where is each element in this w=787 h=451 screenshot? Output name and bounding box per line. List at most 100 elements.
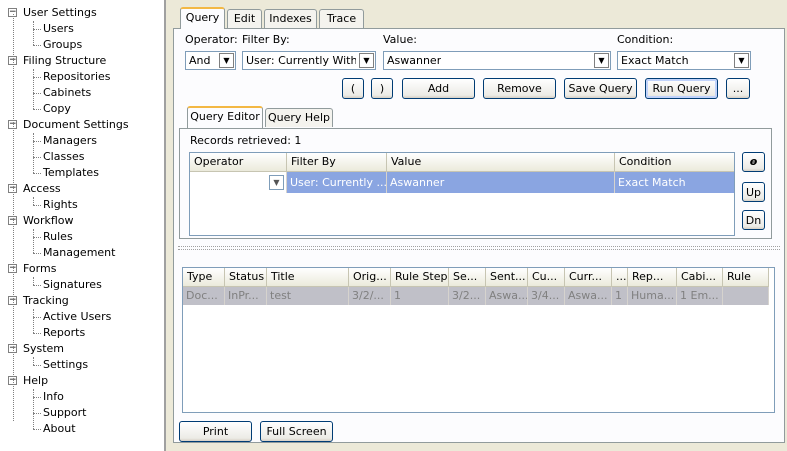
condition-select-value: Exact Match bbox=[621, 54, 689, 67]
results-column-header[interactable]: ... bbox=[612, 268, 628, 287]
tree-item-label: Reports bbox=[43, 326, 86, 339]
eraser-icon: ө bbox=[749, 155, 758, 168]
tree-item-label: Users bbox=[43, 22, 74, 35]
tree-connector bbox=[33, 141, 41, 142]
tab-edit[interactable]: Edit bbox=[227, 9, 262, 28]
results-cell[interactable]: 3/2/... bbox=[349, 287, 391, 305]
tree-item-label: Document Settings bbox=[23, 118, 129, 131]
column-header-filter-by[interactable]: Filter By bbox=[287, 153, 387, 172]
query-editor-panel: Records retrieved: 1 Operator Filter By … bbox=[179, 128, 772, 239]
move-up-button[interactable]: Up bbox=[742, 182, 765, 202]
tab-query-editor[interactable]: Query Editor bbox=[187, 106, 263, 128]
tree-connector bbox=[33, 389, 34, 429]
chevron-down-icon[interactable]: ▼ bbox=[594, 53, 609, 68]
condition-label: Condition: bbox=[617, 33, 674, 46]
records-retrieved: Records retrieved: 1 bbox=[190, 134, 302, 147]
results-cell[interactable]: InPr... bbox=[225, 287, 267, 305]
print-button[interactable]: Print bbox=[179, 421, 252, 442]
row-operator-select[interactable]: ▼ bbox=[190, 172, 287, 193]
results-cell[interactable]: 1 Em... bbox=[677, 287, 723, 305]
chevron-down-icon[interactable]: ▼ bbox=[359, 53, 374, 68]
results-cell[interactable]: 3/2... bbox=[449, 287, 486, 305]
tree-connector bbox=[33, 109, 41, 110]
more-button[interactable]: ... bbox=[726, 78, 750, 99]
clear-button[interactable]: ө bbox=[742, 152, 765, 172]
results-column-header[interactable]: Rule Step bbox=[391, 268, 449, 287]
splitter[interactable] bbox=[178, 246, 780, 250]
results-column-header[interactable]: Cu... bbox=[528, 268, 565, 287]
results-cell[interactable]: 1 bbox=[391, 287, 449, 305]
tree-item-label: Management bbox=[43, 246, 116, 259]
tree-connector bbox=[33, 365, 41, 366]
tree-item-label: Rights bbox=[43, 198, 78, 211]
results-cell[interactable]: 3/4... bbox=[528, 287, 565, 305]
results-column-header[interactable]: Title bbox=[267, 268, 349, 287]
tree-item-label: Cabinets bbox=[43, 86, 92, 99]
results-cell[interactable]: test bbox=[267, 287, 349, 305]
results-column-header[interactable]: Cabi... bbox=[677, 268, 723, 287]
tree-connector bbox=[33, 357, 34, 365]
column-header-value[interactable]: Value bbox=[387, 153, 615, 172]
tab-indexes[interactable]: Indexes bbox=[264, 9, 317, 28]
tree-item-label: Workflow bbox=[23, 214, 74, 227]
results-cell[interactable]: 1 bbox=[612, 287, 628, 305]
chevron-down-icon[interactable]: ▼ bbox=[219, 53, 234, 68]
query-grid: Operator Filter By Value Condition ▼ Use… bbox=[189, 152, 735, 236]
filterby-select[interactable]: User: Currently With ▼ bbox=[242, 51, 376, 70]
row-filter-by[interactable]: User: Currently ... bbox=[287, 172, 387, 193]
open-paren-button[interactable]: ( bbox=[342, 78, 364, 99]
tree-connector bbox=[33, 237, 41, 238]
tree-connector bbox=[33, 277, 34, 285]
results-column-header[interactable]: Rep... bbox=[628, 268, 677, 287]
results-cell[interactable]: Aswa... bbox=[565, 287, 612, 305]
results-column-header[interactable]: Sent... bbox=[486, 268, 528, 287]
tree-connector bbox=[33, 397, 41, 398]
tree-item-label: Filing Structure bbox=[23, 54, 107, 67]
run-query-button[interactable]: Run Query bbox=[645, 78, 718, 99]
tree-item-label: User Settings bbox=[23, 6, 97, 19]
results-column-header[interactable]: Orig... bbox=[349, 268, 391, 287]
results-column-header[interactable]: Se... bbox=[449, 268, 486, 287]
results-column-header[interactable]: Type bbox=[183, 268, 225, 287]
tree-connector bbox=[33, 77, 41, 78]
main-area: Query Edit Indexes Trace Operator: Filte… bbox=[168, 0, 787, 451]
operator-select[interactable]: And ▼ bbox=[185, 51, 236, 70]
tree-connector bbox=[33, 309, 34, 333]
tree-connector bbox=[33, 133, 34, 173]
tree-connector bbox=[33, 317, 41, 318]
tree-connector bbox=[33, 333, 41, 334]
move-down-button[interactable]: Dn bbox=[742, 210, 765, 230]
tree-item-label: Active Users bbox=[43, 310, 112, 323]
results-column-header[interactable]: Curr... bbox=[565, 268, 612, 287]
tree-item-label: Forms bbox=[23, 262, 57, 275]
column-header-condition[interactable]: Condition bbox=[615, 153, 734, 172]
tab-query[interactable]: Query bbox=[180, 7, 225, 29]
chevron-down-icon[interactable]: ▼ bbox=[269, 175, 284, 190]
row-condition[interactable]: Exact Match bbox=[615, 172, 734, 193]
tree-connector bbox=[33, 21, 34, 45]
operator-select-value: And bbox=[189, 54, 211, 67]
tree-item-label: Rules bbox=[43, 230, 73, 243]
chevron-down-icon[interactable]: ▼ bbox=[734, 53, 749, 68]
column-header-operator[interactable]: Operator bbox=[190, 153, 287, 172]
save-query-button[interactable]: Save Query bbox=[564, 78, 637, 99]
value-select[interactable]: Aswanner ▼ bbox=[383, 51, 611, 70]
close-paren-button[interactable]: ) bbox=[371, 78, 393, 99]
row-value[interactable]: Aswanner bbox=[387, 172, 615, 193]
remove-button[interactable]: Remove bbox=[483, 78, 556, 99]
results-cell[interactable]: Huma... bbox=[628, 287, 677, 305]
tab-query-help[interactable]: Query Help bbox=[265, 108, 333, 127]
condition-select[interactable]: Exact Match ▼ bbox=[617, 51, 751, 70]
full-screen-button[interactable]: Full Screen bbox=[260, 421, 333, 442]
value-select-value: Aswanner bbox=[387, 54, 442, 67]
tree-connector bbox=[33, 93, 41, 94]
operator-label: Operator: bbox=[185, 33, 238, 46]
tree-item-label: System bbox=[23, 342, 65, 355]
tab-trace[interactable]: Trace bbox=[319, 9, 364, 28]
results-column-header[interactable]: Rule bbox=[723, 268, 769, 287]
results-column-header[interactable]: Status bbox=[225, 268, 267, 287]
results-cell[interactable]: Aswa... bbox=[486, 287, 528, 305]
results-cell[interactable]: Doc... bbox=[183, 287, 225, 305]
add-button[interactable]: Add bbox=[402, 78, 475, 99]
results-cell[interactable] bbox=[723, 287, 769, 305]
